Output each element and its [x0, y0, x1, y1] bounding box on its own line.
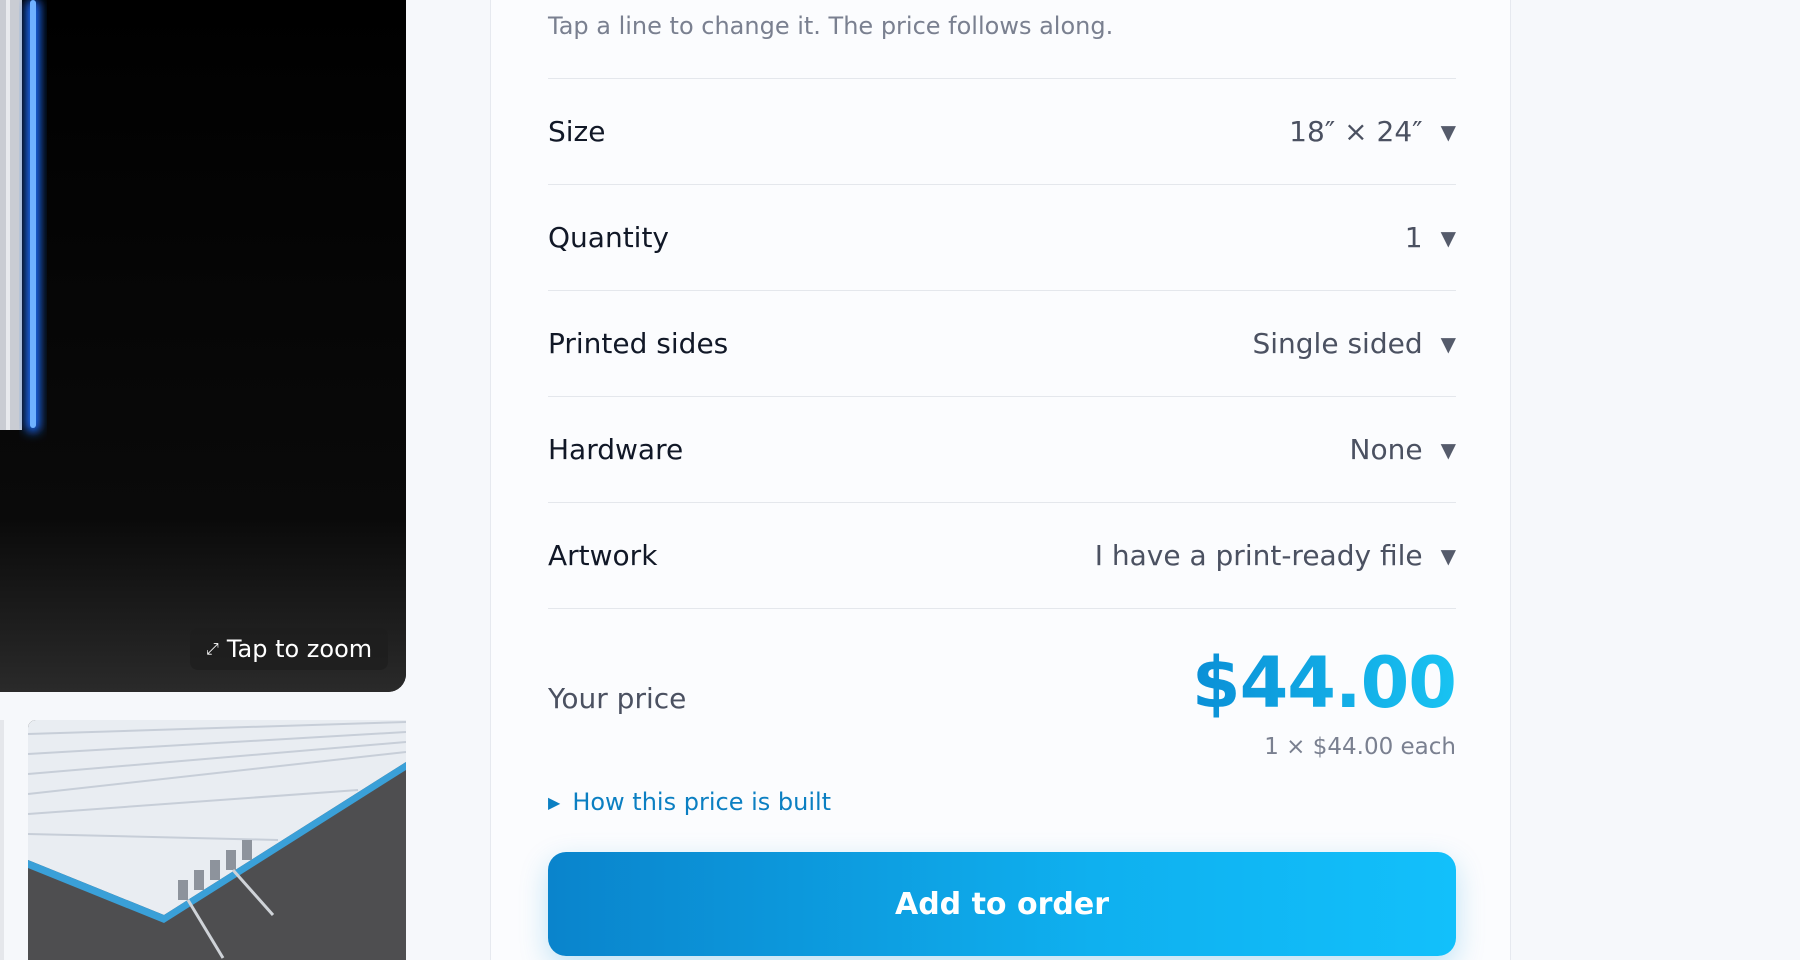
option-label: Size — [548, 115, 606, 148]
option-row-quantity[interactable]: Quantity 1 ▼ — [548, 185, 1456, 291]
caret-down-icon: ▼ — [1440, 119, 1456, 144]
option-value: 18″ × 24″ — [1289, 115, 1423, 148]
product-configurator-card: Tap a line to change it. The price follo… — [490, 0, 1511, 960]
your-price-label: Your price — [548, 682, 687, 715]
caret-down-icon: ▼ — [1440, 331, 1456, 356]
caret-down-icon: ▼ — [1440, 437, 1456, 462]
option-row-artwork[interactable]: Artwork I have a print-ready file ▼ — [548, 503, 1456, 609]
option-list: Size 18″ × 24″ ▼ Quantity 1 ▼ Printed si… — [548, 78, 1456, 609]
previous-thumbnail-edge[interactable] — [0, 720, 4, 960]
tap-to-zoom-chip[interactable]: ⤢ Tap to zoom — [190, 628, 389, 670]
option-row-printed-sides[interactable]: Printed sides Single sided ▼ — [548, 291, 1456, 397]
option-value: I have a print-ready file — [1094, 539, 1423, 572]
option-value: Single sided — [1252, 327, 1423, 360]
caret-down-icon: ▼ — [1440, 543, 1456, 568]
option-label: Hardware — [548, 433, 684, 466]
configurator-hint: Tap a line to change it. The price follo… — [548, 12, 1114, 40]
product-thumbnail[interactable] — [28, 720, 406, 960]
expand-arrows-icon: ⤢ — [206, 639, 219, 658]
option-label: Quantity — [548, 221, 669, 254]
price-breakdown-label: How this price is built — [572, 788, 832, 816]
option-label: Printed sides — [548, 327, 729, 360]
option-row-hardware[interactable]: Hardware None ▼ — [548, 397, 1456, 503]
product-main-image[interactable]: ⤢ Tap to zoom — [0, 0, 406, 692]
price-per-unit: 1 × $44.00 each — [1264, 734, 1456, 760]
tap-to-zoom-label: Tap to zoom — [226, 635, 373, 663]
option-label: Artwork — [548, 539, 658, 572]
price-breakdown-toggle[interactable]: ▶ How this price is built — [548, 788, 831, 816]
add-to-order-button[interactable]: Add to order — [548, 852, 1456, 956]
option-value: None — [1349, 433, 1423, 466]
option-value: 1 — [1404, 221, 1423, 254]
caret-down-icon: ▼ — [1440, 225, 1456, 250]
corrugated-board-illustration — [28, 720, 406, 960]
price-total: $44.00 — [1191, 642, 1457, 724]
option-row-size[interactable]: Size 18″ × 24″ ▼ — [548, 79, 1456, 185]
glowing-sign-edge-illustration — [0, 0, 406, 692]
triangle-right-icon: ▶ — [548, 792, 561, 812]
